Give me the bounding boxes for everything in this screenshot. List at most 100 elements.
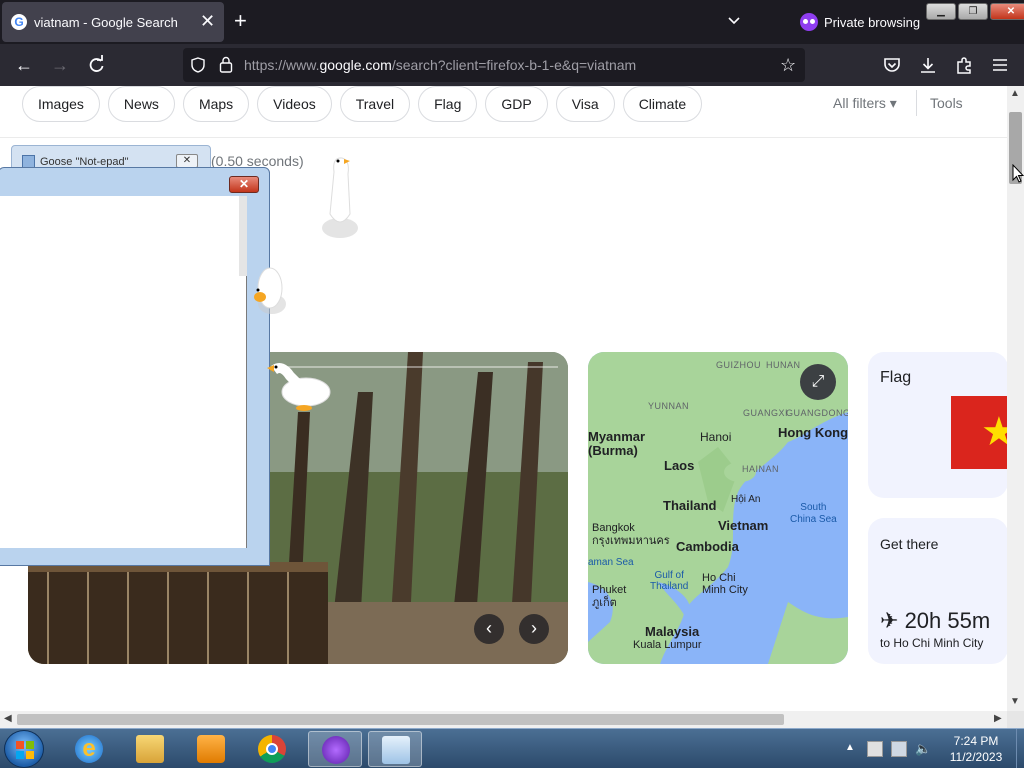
windows-logo-icon bbox=[16, 741, 34, 759]
bookmark-star-icon[interactable]: ☆ bbox=[780, 55, 796, 76]
chip-visa[interactable]: Visa bbox=[555, 86, 615, 122]
notepad-text-area[interactable] bbox=[0, 196, 247, 548]
flight-destination: to Ho Chi Minh City bbox=[880, 636, 984, 650]
map-label-andaman-sea: aman Sea bbox=[588, 557, 634, 568]
forward-arrow-icon[interactable]: → bbox=[50, 55, 70, 75]
shield-icon[interactable] bbox=[191, 57, 205, 73]
map-label-thailand: Thailand bbox=[663, 498, 717, 513]
map-label-laos: Laos bbox=[664, 458, 695, 473]
folder-icon bbox=[136, 735, 164, 763]
goose-icon bbox=[322, 157, 358, 238]
private-browsing-indicator: Private browsing bbox=[800, 11, 920, 33]
map-label-bangkok: Bangkok กรุงเทพมหานคร bbox=[592, 522, 670, 547]
airplane-icon: ✈ bbox=[880, 608, 899, 633]
map-label-malaysia: Malaysia bbox=[645, 624, 700, 639]
screen: G viatnam - Google Search ✕ + Private br… bbox=[0, 0, 1024, 768]
horizontal-scroll-thumb[interactable] bbox=[17, 714, 784, 725]
map-label-hainan: HAINAN bbox=[742, 464, 780, 474]
filter-chips: Images News Maps Videos Travel Flag GDP … bbox=[22, 86, 703, 122]
taskbar-firefox-private[interactable] bbox=[308, 731, 362, 767]
extensions-icon[interactable] bbox=[954, 55, 974, 75]
goose-notepad-close-icon[interactable]: ✕ bbox=[176, 154, 198, 168]
map-label-guizhou: GUIZHOU bbox=[716, 360, 761, 370]
taskbar-notepad[interactable] bbox=[368, 731, 422, 767]
scroll-left-arrow-icon[interactable]: ◀ bbox=[4, 713, 12, 724]
get-there-card[interactable]: Get there ✈ 20h 55m to Ho Chi Minh City bbox=[868, 518, 1007, 664]
window-controls: ▁ ❐ ✕ bbox=[926, 3, 1024, 20]
goose-icon bbox=[267, 363, 331, 411]
chip-flag[interactable]: Flag bbox=[418, 86, 478, 122]
scroll-right-arrow-icon[interactable]: ▶ bbox=[994, 713, 1002, 724]
chip-news[interactable]: News bbox=[107, 86, 175, 122]
flight-time: ✈ 20h 55m bbox=[880, 608, 991, 633]
map-label-hoi-an: Hội An bbox=[731, 494, 761, 505]
scroll-down-arrow-icon[interactable]: ▼ bbox=[1010, 696, 1020, 707]
clock-date: 11/2/2023 bbox=[949, 750, 1003, 764]
scroll-up-arrow-icon[interactable]: ▲ bbox=[1010, 88, 1020, 99]
internet-explorer-icon: e bbox=[75, 735, 103, 763]
flag-card[interactable]: Flag ★ bbox=[868, 352, 1007, 498]
notepad-close-button[interactable]: ✕ bbox=[229, 176, 259, 193]
action-center-flag-icon[interactable] bbox=[867, 741, 883, 757]
browser-navbar: ← → https://www.google.com/search?client… bbox=[0, 44, 1024, 86]
get-there-title: Get there bbox=[880, 536, 939, 552]
chip-climate[interactable]: Climate bbox=[622, 86, 703, 122]
pocket-icon[interactable] bbox=[882, 55, 902, 75]
taskbar-internet-explorer[interactable]: e bbox=[62, 731, 116, 767]
chevron-down-icon[interactable] bbox=[726, 12, 742, 28]
map-label-hanoi: Hanoi bbox=[700, 430, 732, 444]
flag-star-icon: ★ bbox=[981, 410, 1007, 454]
mouse-cursor-icon bbox=[1012, 164, 1024, 183]
taskbar-file-explorer[interactable] bbox=[123, 731, 177, 767]
browser-tab[interactable]: G viatnam - Google Search ✕ bbox=[2, 2, 224, 42]
taskbar-chrome[interactable] bbox=[245, 731, 299, 767]
tray-expand-icon[interactable]: ▲ bbox=[845, 742, 855, 753]
map-preview[interactable]: GUIZHOU HUNAN YUNNAN GUANGXI GUANGDONG M… bbox=[588, 352, 848, 664]
close-window-button[interactable]: ✕ bbox=[990, 3, 1024, 20]
goose-icon bbox=[254, 267, 286, 314]
chip-gdp[interactable]: GDP bbox=[485, 86, 548, 122]
carousel-next-button[interactable]: › bbox=[519, 614, 549, 644]
download-icon[interactable] bbox=[918, 55, 938, 75]
taskbar-clock[interactable]: 7:24 PM 11/2/2023 bbox=[936, 733, 1016, 765]
volume-muted-icon[interactable]: 🔈 bbox=[915, 741, 931, 757]
address-bar[interactable]: https://www.google.com/search?client=fir… bbox=[183, 48, 805, 82]
media-player-icon bbox=[197, 735, 225, 763]
carousel-prev-button[interactable]: ‹ bbox=[474, 614, 504, 644]
private-browsing-label: Private browsing bbox=[824, 14, 921, 30]
start-button[interactable] bbox=[4, 730, 44, 768]
back-arrow-icon[interactable]: ← bbox=[14, 55, 34, 75]
goose-notepad-window[interactable]: ✕ bbox=[0, 167, 270, 566]
chip-images[interactable]: Images bbox=[22, 86, 100, 122]
network-icon[interactable] bbox=[891, 741, 907, 757]
chip-maps[interactable]: Maps bbox=[182, 86, 250, 122]
tab-close-icon[interactable]: ✕ bbox=[200, 11, 215, 31]
map-label-kuala-lumpur: Kuala Lumpur bbox=[633, 639, 702, 651]
expand-map-icon[interactable]: ⤢ bbox=[800, 364, 836, 400]
map-label-vietnam: Vietnam bbox=[718, 518, 769, 533]
restore-button[interactable]: ❐ bbox=[958, 3, 988, 20]
lock-icon[interactable] bbox=[219, 56, 233, 73]
show-desktop-button[interactable] bbox=[1016, 729, 1024, 768]
chip-travel[interactable]: Travel bbox=[339, 86, 411, 122]
chip-videos[interactable]: Videos bbox=[257, 86, 332, 122]
hamburger-menu-icon[interactable] bbox=[990, 55, 1010, 75]
tab-title: viatnam - Google Search bbox=[34, 15, 178, 30]
map-label-gulf-of-thailand: Gulf of Thailand bbox=[650, 570, 689, 592]
horizontal-scrollbar[interactable]: ◀ ▶ bbox=[0, 711, 1007, 728]
google-favicon-icon: G bbox=[11, 14, 27, 30]
notepad-icon bbox=[382, 736, 410, 764]
map-label-hong-kong: Hong Kong bbox=[778, 425, 848, 440]
minimize-button[interactable]: ▁ bbox=[926, 3, 956, 20]
reload-icon[interactable] bbox=[86, 55, 106, 75]
scrollbar-corner bbox=[1007, 711, 1024, 728]
map-label-south-china-sea: South China Sea bbox=[790, 502, 837, 525]
taskbar-media-player[interactable] bbox=[184, 731, 238, 767]
notepad-scrollbar[interactable] bbox=[239, 196, 247, 276]
map-label-hunan: HUNAN bbox=[766, 360, 801, 370]
all-filters-button[interactable]: All filters ▾ bbox=[833, 95, 897, 112]
windows-taskbar: e ▲ 🔈 7:24 PM 11/2/2023 bbox=[0, 728, 1024, 768]
new-tab-button[interactable]: + bbox=[234, 9, 247, 33]
tools-button[interactable]: Tools bbox=[930, 95, 963, 111]
caret-down-icon: ▾ bbox=[889, 95, 897, 111]
